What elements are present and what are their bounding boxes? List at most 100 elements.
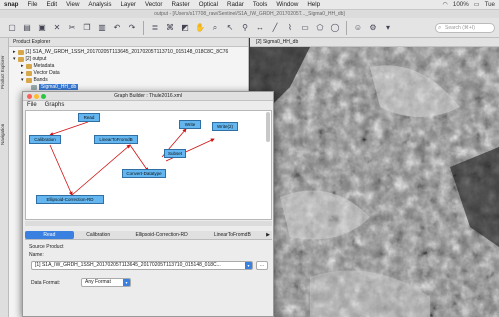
- folder-icon: [25, 77, 32, 83]
- expand-icon[interactable]: ▸: [13, 49, 16, 55]
- canvas-horizontal-scrollbar[interactable]: [25, 221, 272, 226]
- menu-layer[interactable]: Layer: [120, 1, 135, 8]
- graph-node-write-2[interactable]: Write(2): [212, 122, 238, 131]
- tree-item-product-2[interactable]: ▾ [2] output: [13, 56, 46, 62]
- graph-node-write[interactable]: Write: [179, 120, 201, 129]
- undo-icon[interactable]: ↶: [111, 22, 123, 34]
- graph-node-linear-to-from-db[interactable]: LinearToFromdB: [94, 135, 138, 144]
- minimize-window-button[interactable]: [34, 94, 39, 99]
- graph-node-read[interactable]: Read: [78, 113, 100, 122]
- clock-day[interactable]: Tue: [485, 1, 495, 8]
- tab-calibration[interactable]: Calibration: [74, 231, 123, 239]
- graph-node-ellipsoid-correction-rd[interactable]: Ellipsoid-Correction-RD: [36, 195, 104, 204]
- data-format-value: Any Format: [85, 279, 111, 285]
- tree-item-label: Vector Data: [33, 70, 60, 76]
- graph-node-convert-datatype[interactable]: Convert-Datatype: [122, 169, 166, 178]
- menu-raster[interactable]: Raster: [172, 1, 190, 8]
- graph-icon[interactable]: ⌘: [164, 22, 176, 34]
- tree-item-vector-data[interactable]: ▸ Vector Data: [21, 70, 60, 76]
- tree-item-band-sigma0[interactable]: Sigma0_HH_db: [31, 84, 79, 90]
- tab-read[interactable]: Read: [25, 231, 74, 239]
- menu-help[interactable]: Help: [307, 1, 320, 8]
- menu-file[interactable]: File: [27, 1, 37, 8]
- dialog-menu-file[interactable]: File: [27, 101, 37, 109]
- dialog-menubar: File Graphs: [23, 101, 273, 109]
- tab-navigation[interactable]: Navigation: [0, 110, 9, 158]
- tab-product-explorer[interactable]: Product Explorer: [0, 42, 9, 102]
- search-placeholder: Search (⌘+I): [445, 24, 475, 31]
- collapse-icon[interactable]: ▾: [21, 77, 24, 83]
- tab-linear-to-from-db[interactable]: LinearToFromdB: [201, 231, 264, 239]
- zoom-window-button[interactable]: [41, 94, 46, 99]
- graph-node-calibration[interactable]: Calibration: [29, 135, 61, 144]
- zoom-icon[interactable]: ⌕: [209, 22, 221, 34]
- expand-icon[interactable]: ▸: [21, 63, 24, 69]
- wifi-icon[interactable]: ◠: [442, 1, 447, 8]
- menu-view[interactable]: View: [66, 1, 79, 8]
- dialog-menu-graphs[interactable]: Graphs: [45, 101, 65, 109]
- menu-tools[interactable]: Tools: [253, 1, 267, 8]
- tree-item-label: [1] S1A_IW_GRDH_1SSH_20170205T113645_201…: [25, 49, 229, 55]
- tabs-scroll-right-icon[interactable]: ▶: [264, 231, 272, 239]
- graph-canvas[interactable]: Read Calibration LinearToFromdB Write Wr…: [25, 110, 272, 220]
- pan-icon[interactable]: ✋: [194, 22, 206, 34]
- menu-optical[interactable]: Optical: [199, 1, 218, 8]
- tree-item-metadata[interactable]: ▸ Metadata: [21, 63, 54, 69]
- cut-icon[interactable]: ✂: [66, 22, 78, 34]
- select-icon[interactable]: ↖: [224, 22, 236, 34]
- rectangle-icon[interactable]: ▭: [299, 22, 311, 34]
- search-icon: ⌕: [438, 24, 442, 31]
- new-product-icon[interactable]: ▢: [6, 22, 18, 34]
- ellipse-icon[interactable]: ◯: [329, 22, 341, 34]
- tree-item-product-1[interactable]: ▸ [1] S1A_IW_GRDH_1SSH_20170205T113645_2…: [13, 49, 228, 55]
- user-icon[interactable]: ☺: [352, 22, 364, 34]
- tab-ellipsoid-correction-rd[interactable]: Ellipsoid-Correction-RD: [123, 231, 201, 239]
- tree-item-bands[interactable]: ▾ Bands: [21, 77, 48, 83]
- polygon-icon[interactable]: ⬠: [314, 22, 326, 34]
- layers-icon[interactable]: ≣: [149, 22, 161, 34]
- menu-vector[interactable]: Vector: [145, 1, 163, 8]
- paste-icon[interactable]: ▥: [96, 22, 108, 34]
- pin-icon[interactable]: ⚲: [239, 22, 251, 34]
- map-icon[interactable]: ◩: [179, 22, 191, 34]
- edge: [49, 121, 89, 136]
- graph-node-subset[interactable]: Subset: [164, 149, 186, 158]
- chevron-down-icon: ▾: [123, 279, 130, 286]
- open-product-icon[interactable]: ▤: [21, 22, 33, 34]
- save-icon[interactable]: ▣: [36, 22, 48, 34]
- dialog-title: Graph Builder : Thule2016.xml: [114, 93, 182, 99]
- data-format-select[interactable]: Any Format ▾: [81, 278, 131, 287]
- copy-icon[interactable]: ❐: [81, 22, 93, 34]
- edge: [129, 144, 149, 172]
- redo-icon[interactable]: ↷: [126, 22, 138, 34]
- image-view-tab-label: [2] Sigma0_HH_db: [256, 39, 299, 45]
- close-window-button[interactable]: [27, 94, 32, 99]
- data-format-label: Data Format:: [31, 280, 61, 286]
- line-icon[interactable]: ╱: [269, 22, 281, 34]
- node-tabs: Read Calibration Ellipsoid-Correction-RD…: [25, 231, 272, 240]
- status-area: ◠ 100% ▭ Tue: [442, 1, 499, 8]
- battery-icon[interactable]: ▭: [474, 1, 480, 8]
- settings-icon[interactable]: ⚙: [367, 22, 379, 34]
- menu-window[interactable]: Window: [276, 1, 298, 8]
- collapse-icon[interactable]: ▾: [13, 56, 16, 62]
- menu-radar[interactable]: Radar: [227, 1, 244, 8]
- canvas-scrollbar[interactable]: [266, 112, 270, 142]
- sar-image-view[interactable]: [250, 47, 499, 317]
- image-view-tab[interactable]: [2] Sigma0_HH_db: [250, 38, 499, 47]
- browse-button[interactable]: ...: [256, 261, 268, 270]
- menu-app[interactable]: snap: [4, 1, 18, 8]
- menu-analysis[interactable]: Analysis: [88, 1, 111, 8]
- search-input[interactable]: ⌕ Search (⌘+I): [435, 22, 495, 33]
- expand-icon[interactable]: ▸: [21, 70, 24, 76]
- close-icon[interactable]: ✕: [51, 22, 63, 34]
- tree-item-label: Sigma0_HH_db: [39, 84, 79, 90]
- chevron-down-icon: ▾: [245, 262, 252, 269]
- menu-edit[interactable]: Edit: [46, 1, 57, 8]
- range-icon[interactable]: ↔: [254, 22, 266, 34]
- source-product-value: [1] S1A_IW_GRDH_1SSH_20170205T113645_201…: [35, 262, 221, 268]
- source-product-select[interactable]: [1] S1A_IW_GRDH_1SSH_20170205T113645_201…: [31, 261, 253, 270]
- tree-item-label: [2] output: [25, 56, 47, 62]
- polyline-icon[interactable]: ⌇: [284, 22, 296, 34]
- filter-icon[interactable]: ▾: [382, 22, 394, 34]
